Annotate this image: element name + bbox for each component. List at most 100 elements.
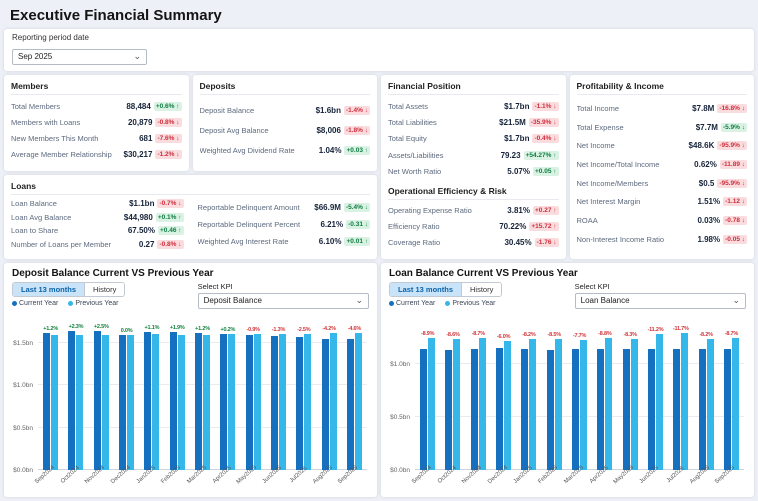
kpi-value-group: $44,980+0.1% ↑ (124, 213, 184, 222)
bar-group-sep2025[interactable]: -8.7% (719, 320, 744, 471)
previous-year-bar[interactable] (453, 339, 460, 470)
bar-group-may2025[interactable]: -0.9% (241, 320, 266, 471)
bar-group-dec2024[interactable]: 0.0% (114, 320, 139, 471)
current-year-bar[interactable] (296, 337, 303, 470)
previous-year-bar[interactable] (529, 339, 536, 470)
previous-year-bar[interactable] (504, 341, 511, 470)
bar-group-aug2025[interactable]: -8.2% (693, 320, 718, 471)
previous-year-bar[interactable] (51, 335, 58, 470)
bar-group-apr2025[interactable]: -8.8% (592, 320, 617, 471)
bar-group-nov2024[interactable]: -8.7% (466, 320, 491, 471)
tab-last-13-months[interactable]: Last 13 months (13, 283, 84, 296)
previous-year-bar[interactable] (76, 335, 83, 470)
previous-year-bar[interactable] (254, 334, 261, 470)
tab-history[interactable]: History (461, 283, 501, 296)
kpi-label: Loan Balance (11, 199, 125, 208)
current-year-bar[interactable] (420, 349, 427, 470)
current-year-bar[interactable] (322, 339, 329, 470)
bar-group-feb2025[interactable]: -8.5% (542, 320, 567, 471)
previous-year-bar[interactable] (707, 339, 714, 470)
current-year-bar[interactable] (220, 334, 227, 470)
kpi-value-group: 3.81%+0.27 ↑ (507, 206, 558, 215)
current-year-bar[interactable] (94, 331, 101, 470)
bar-group-oct2024[interactable]: +2.3% (63, 320, 88, 471)
current-year-bar[interactable] (597, 349, 604, 470)
previous-year-bar[interactable] (178, 335, 185, 470)
bar-group-sep2024[interactable]: -8.9% (415, 320, 440, 471)
legend-current-year[interactable]: Current Year (12, 300, 58, 307)
bar-group-sep2025[interactable]: -4.6% (342, 320, 367, 471)
bar-group-jan2025[interactable]: +1.1% (139, 320, 164, 471)
kpi-row-roaa: ROAA0.03%-0.78 ↓ (577, 216, 748, 225)
kpi-value-group: $1.7bn-0.4% ↓ (504, 134, 558, 143)
previous-year-bar[interactable] (203, 335, 210, 470)
bar-group-may2025[interactable]: -8.3% (618, 320, 643, 471)
current-year-bar[interactable] (170, 332, 177, 470)
current-year-bar[interactable] (471, 349, 478, 470)
previous-year-bar[interactable] (479, 338, 486, 470)
previous-year-bar[interactable] (102, 335, 109, 470)
bar-delta-label: -0.9% (246, 327, 259, 333)
current-year-bar[interactable] (347, 339, 354, 470)
previous-year-bar[interactable] (631, 339, 638, 470)
previous-year-bar[interactable] (279, 334, 286, 470)
bar-group-jun2025[interactable]: -11.2% (643, 320, 668, 471)
bar-group-jan2025[interactable]: -8.2% (516, 320, 541, 471)
bar-group-feb2025[interactable]: +1.9% (165, 320, 190, 471)
previous-year-bar[interactable] (555, 339, 562, 470)
current-year-bar[interactable] (673, 349, 680, 470)
current-year-bar[interactable] (623, 349, 630, 470)
current-year-bar[interactable] (648, 349, 655, 470)
current-year-bar[interactable] (572, 349, 579, 470)
bar-group-dec2024[interactable]: -6.0% (491, 320, 516, 471)
bar-group-aug2025[interactable]: -4.2% (316, 320, 341, 471)
previous-year-bar[interactable] (580, 340, 587, 470)
reporting-period-select[interactable]: Sep 2025 ⌄ (12, 49, 147, 65)
current-year-bar[interactable] (195, 333, 202, 470)
bar-group-nov2024[interactable]: +2.5% (89, 320, 114, 471)
tab-history[interactable]: History (84, 283, 124, 296)
previous-year-bar[interactable] (304, 334, 311, 470)
current-year-bar[interactable] (271, 336, 278, 470)
bar-group-jul2025[interactable]: -2.5% (291, 320, 316, 471)
previous-year-bar[interactable] (428, 338, 435, 470)
bar-delta-label: -8.9% (421, 331, 434, 337)
current-year-bar[interactable] (724, 349, 731, 470)
current-year-bar[interactable] (547, 350, 554, 470)
previous-year-bar[interactable] (681, 333, 688, 470)
previous-year-bar[interactable] (605, 338, 612, 470)
previous-year-bar[interactable] (330, 333, 337, 470)
bar-group-mar2025[interactable]: +1.2% (190, 320, 215, 471)
previous-year-bar[interactable] (152, 334, 159, 470)
bar-group-apr2025[interactable]: +0.2% (215, 320, 240, 471)
bar-group-oct2024[interactable]: -8.6% (440, 320, 465, 471)
legend-previous-year[interactable]: Previous Year (445, 300, 495, 307)
bar-group-mar2025[interactable]: -7.7% (567, 320, 592, 471)
current-year-bar[interactable] (445, 350, 452, 470)
bar-group-sep2024[interactable]: +1.2% (38, 320, 63, 471)
legend-current-year-label: Current Year (396, 300, 435, 307)
current-year-bar[interactable] (496, 348, 503, 470)
legend-previous-year[interactable]: Previous Year (68, 300, 118, 307)
tab-last-13-months[interactable]: Last 13 months (390, 283, 461, 296)
legend-current-year[interactable]: Current Year (389, 300, 435, 307)
current-year-bar[interactable] (43, 333, 50, 470)
bar-group-jul2025[interactable]: -11.7% (668, 320, 693, 471)
previous-year-bar[interactable] (228, 334, 235, 470)
bar-group-jun2025[interactable]: -1.3% (266, 320, 291, 471)
current-year-bar[interactable] (68, 331, 75, 470)
current-year-bar[interactable] (521, 349, 528, 470)
previous-year-bar[interactable] (355, 333, 362, 470)
current-year-bar[interactable] (144, 332, 151, 470)
previous-year-bar[interactable] (656, 334, 663, 470)
current-year-bar[interactable] (699, 349, 706, 470)
kpi-row-total-expense: Total Expense$7.7M-5.9% ↓ (577, 123, 748, 132)
kpi-select[interactable]: Deposit Balance ⌄ (198, 293, 369, 309)
previous-year-bar[interactable] (732, 338, 739, 470)
current-year-bar[interactable] (119, 335, 126, 470)
kpi-select[interactable]: Loan Balance ⌄ (575, 293, 746, 309)
kpi-value: $21.5M (499, 118, 526, 127)
kpi-delta-badge: -0.31 ↓ (346, 220, 370, 229)
previous-year-bar[interactable] (127, 335, 134, 470)
current-year-bar[interactable] (246, 335, 253, 470)
